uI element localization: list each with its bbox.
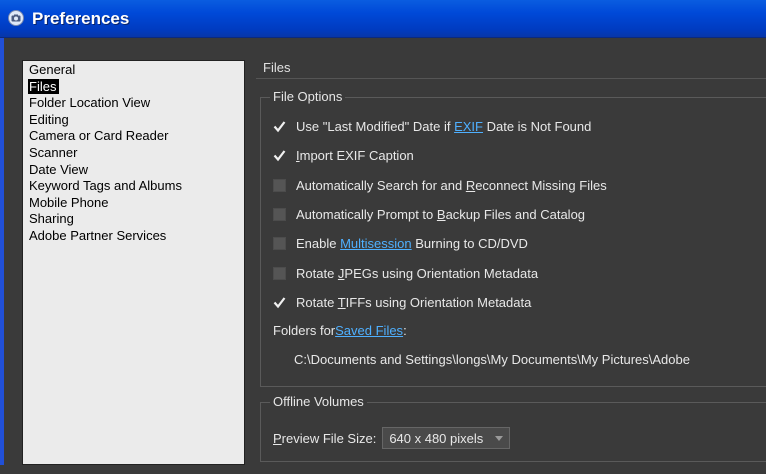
option-auto-reconnect-missing-files[interactable]: Automatically Search for and Reconnect M…: [273, 175, 607, 195]
title-bar[interactable]: Preferences: [0, 0, 766, 38]
option-label: Import EXIF Caption: [296, 147, 414, 163]
saved-files-link[interactable]: Saved Files: [335, 323, 403, 338]
nav-item-camera-or-card-reader[interactable]: Camera or Card Reader: [23, 129, 244, 146]
preview-file-size-select[interactable]: 640 x 480 pixels: [382, 427, 511, 449]
option-label: Rotate TIFFs using Orientation Metadata: [296, 294, 532, 310]
nav-item-general[interactable]: General: [23, 63, 244, 80]
multisession-link[interactable]: Multisession: [340, 236, 412, 251]
checkbox-unchecked-icon[interactable]: [273, 207, 286, 221]
file-options-group: File Options Use "Last Modified" Date if…: [260, 89, 766, 387]
option-label: Rotate JPEGs using Orientation Metadata: [296, 265, 539, 281]
exif-link[interactable]: EXIF: [454, 119, 483, 134]
nav-item-adobe-partner-services[interactable]: Adobe Partner Services: [23, 228, 244, 246]
section-divider: [256, 78, 766, 79]
preview-file-size-value: 640 x 480 pixels: [389, 430, 484, 446]
option-import-exif-caption[interactable]: Import EXIF Caption: [273, 145, 414, 165]
nav-item-mobile-phone[interactable]: Mobile Phone: [23, 195, 244, 213]
chevron-down-icon: [495, 435, 504, 441]
offline-volumes-legend: Offline Volumes: [270, 394, 367, 409]
app-camera-icon: [8, 10, 24, 26]
file-options-legend: File Options: [270, 89, 346, 104]
nav-item-scanner[interactable]: Scanner: [23, 145, 244, 163]
settings-panel: Files File Options Use "Last Modified" D…: [256, 54, 766, 474]
nav-item-editing[interactable]: Editing: [23, 112, 244, 130]
window-title: Preferences: [32, 9, 130, 28]
option-label: Automatically Prompt to Backup Files and…: [296, 206, 586, 222]
checkbox-unchecked-icon[interactable]: [273, 266, 286, 280]
checkbox-checked-icon[interactable]: [273, 149, 286, 162]
preferences-dialog: General Files Folder Location View Editi…: [0, 38, 766, 465]
option-use-last-modified-date[interactable]: Use "Last Modified" Date if EXIF Date is…: [273, 116, 591, 136]
checkbox-checked-icon[interactable]: [273, 120, 286, 133]
option-rotate-tiffs[interactable]: Rotate TIFFs using Orientation Metadata: [273, 292, 531, 312]
option-label: Use "Last Modified" Date if EXIF Date is…: [296, 118, 592, 134]
preview-file-size-row: Preview File Size: 640 x 480 pixels: [273, 425, 511, 451]
nav-item-files[interactable]: Files: [23, 78, 244, 97]
checkbox-unchecked-icon[interactable]: [273, 236, 286, 250]
nav-item-sharing[interactable]: Sharing: [23, 212, 244, 229]
option-label: Enable Multisession Burning to CD/DVD: [296, 235, 528, 251]
option-auto-prompt-backup[interactable]: Automatically Prompt to Backup Files and…: [273, 204, 585, 224]
offline-volumes-group: Offline Volumes Preview File Size: 640 x…: [260, 394, 766, 462]
checkbox-checked-icon[interactable]: [273, 296, 286, 309]
option-rotate-jpegs[interactable]: Rotate JPEGs using Orientation Metadata: [273, 263, 538, 283]
category-list[interactable]: General Files Folder Location View Editi…: [22, 60, 245, 465]
preview-file-size-label: Preview File Size:: [273, 430, 377, 446]
checkbox-unchecked-icon[interactable]: [273, 178, 286, 192]
saved-files-label: Folders for Saved Files:: [273, 322, 407, 338]
nav-item-keyword-tags-and-albums[interactable]: Keyword Tags and Albums: [23, 179, 244, 196]
nav-item-date-view[interactable]: Date View: [23, 162, 244, 180]
section-title: Files: [263, 60, 291, 75]
nav-item-folder-location-view[interactable]: Folder Location View: [23, 96, 244, 113]
option-enable-multisession-burning[interactable]: Enable Multisession Burning to CD/DVD: [273, 233, 528, 253]
option-label: Automatically Search for and Reconnect M…: [296, 177, 607, 193]
saved-files-path: C:\Documents and Settings\longs\My Docum…: [294, 352, 690, 367]
